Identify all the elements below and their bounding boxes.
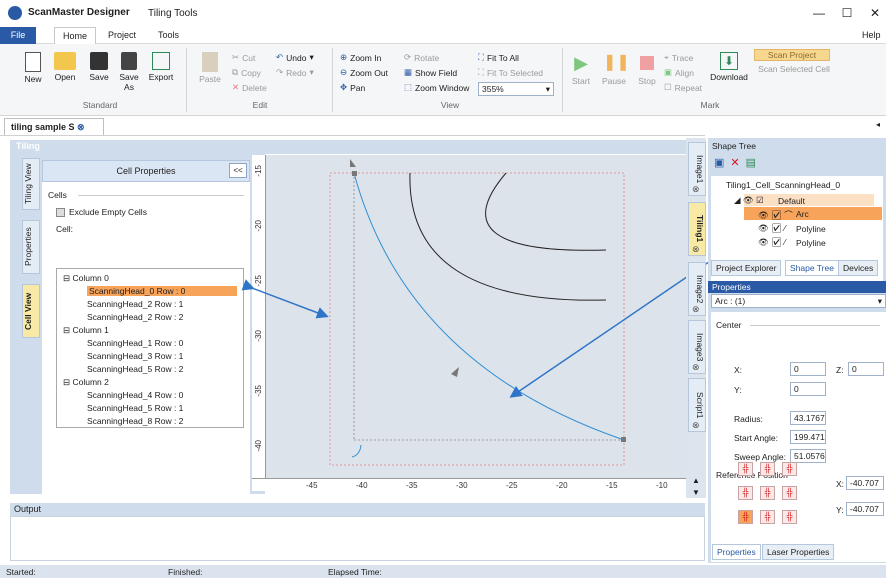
reference-position-button[interactable]: ╬: [738, 510, 753, 524]
shape-tree-toolbar: ▣ ✕ ▤: [714, 156, 756, 169]
reference-position-button[interactable]: ╬: [782, 486, 797, 500]
reference-position-button[interactable]: ╬: [760, 486, 775, 500]
ref-y-input[interactable]: -40.707: [846, 502, 884, 516]
status-finished: Finished:: [168, 567, 203, 577]
tree-item-arc: Arc: [796, 209, 809, 219]
tab-devices[interactable]: Devices: [838, 260, 879, 276]
close-tab-icon[interactable]: ⊗: [692, 244, 700, 255]
ref-x-label: X:: [836, 479, 845, 489]
ref-y-label: Y:: [836, 505, 844, 515]
close-tab-icon[interactable]: ⊗: [692, 184, 700, 195]
tab-shape-tree[interactable]: Shape Tree: [785, 260, 839, 276]
tree-expand-icon[interactable]: ◢ 👁 ☑: [734, 195, 764, 206]
status-bar: [0, 565, 886, 578]
start-angle-input[interactable]: 199.471: [790, 430, 826, 444]
center-label: Center: [716, 320, 742, 330]
center-x-input[interactable]: 0: [790, 362, 826, 376]
reference-position-button[interactable]: ╬: [738, 462, 753, 476]
output-panel[interactable]: [10, 516, 705, 561]
sweep-angle-label: Sweep Angle:: [734, 452, 786, 462]
visibility-icon[interactable]: 👁 ☑ ⁄: [758, 223, 786, 234]
save-icon[interactable]: ▣: [714, 156, 724, 169]
scroll-down-icon[interactable]: ▼: [692, 488, 700, 497]
tree-item-default: Default: [778, 196, 805, 206]
center-z-input[interactable]: 0: [848, 362, 884, 376]
sweep-angle-input[interactable]: 51.0576: [790, 449, 826, 463]
center-y-input[interactable]: 0: [790, 382, 826, 396]
reference-position-button[interactable]: ╬: [760, 510, 775, 524]
close-tab-icon[interactable]: ⊗: [692, 362, 700, 373]
status-started: Started:: [6, 567, 36, 577]
scroll-up-icon[interactable]: ▲: [692, 476, 700, 485]
tab-properties-bottom[interactable]: Properties: [712, 544, 761, 560]
shape-tree-root[interactable]: Tiling1_Cell_ScanningHead_0: [726, 180, 840, 190]
status-elapsed: Elapsed Time:: [328, 567, 382, 577]
shape-selector[interactable]: Arc : (1) ▾: [711, 294, 886, 308]
reference-position-button[interactable]: ╬: [782, 510, 797, 524]
delete-x-icon[interactable]: ✕: [730, 156, 739, 169]
shape-selector-value: Arc : (1): [715, 296, 746, 306]
ref-x-input[interactable]: -40.707: [846, 476, 884, 490]
z-label: Z:: [836, 365, 844, 375]
chevron-down-icon: ▾: [877, 296, 882, 306]
section-divider: [750, 325, 880, 326]
tab-laser-properties[interactable]: Laser Properties: [762, 544, 835, 560]
radius-label: Radius:: [734, 414, 763, 424]
tab-project-explorer[interactable]: Project Explorer: [711, 260, 782, 276]
reference-position-button[interactable]: ╬: [738, 486, 753, 500]
tree-item-polyline[interactable]: Polyline: [796, 238, 826, 248]
reference-position-button[interactable]: ╬: [760, 462, 775, 476]
close-tab-icon[interactable]: ⊗: [692, 420, 700, 431]
properties-header: Properties: [708, 281, 886, 293]
reference-position-button[interactable]: ╬: [782, 462, 797, 476]
shape-tree-header: Shape Tree: [708, 140, 886, 152]
tree-item-polyline[interactable]: Polyline: [796, 224, 826, 234]
y-label: Y:: [734, 385, 742, 395]
close-tab-icon[interactable]: ⊗: [692, 304, 700, 315]
visibility-icon[interactable]: 👁 ☑ ⌒: [758, 209, 793, 221]
start-angle-label: Start Angle:: [734, 433, 778, 443]
visibility-icon[interactable]: 👁 ☑ ⁄: [758, 237, 786, 248]
properties-icon[interactable]: ▤: [746, 156, 756, 169]
radius-input[interactable]: 43.1767: [790, 411, 826, 425]
x-label: X:: [734, 365, 743, 375]
output-header: Output: [10, 503, 705, 516]
annotation-arrow: [241, 279, 329, 319]
